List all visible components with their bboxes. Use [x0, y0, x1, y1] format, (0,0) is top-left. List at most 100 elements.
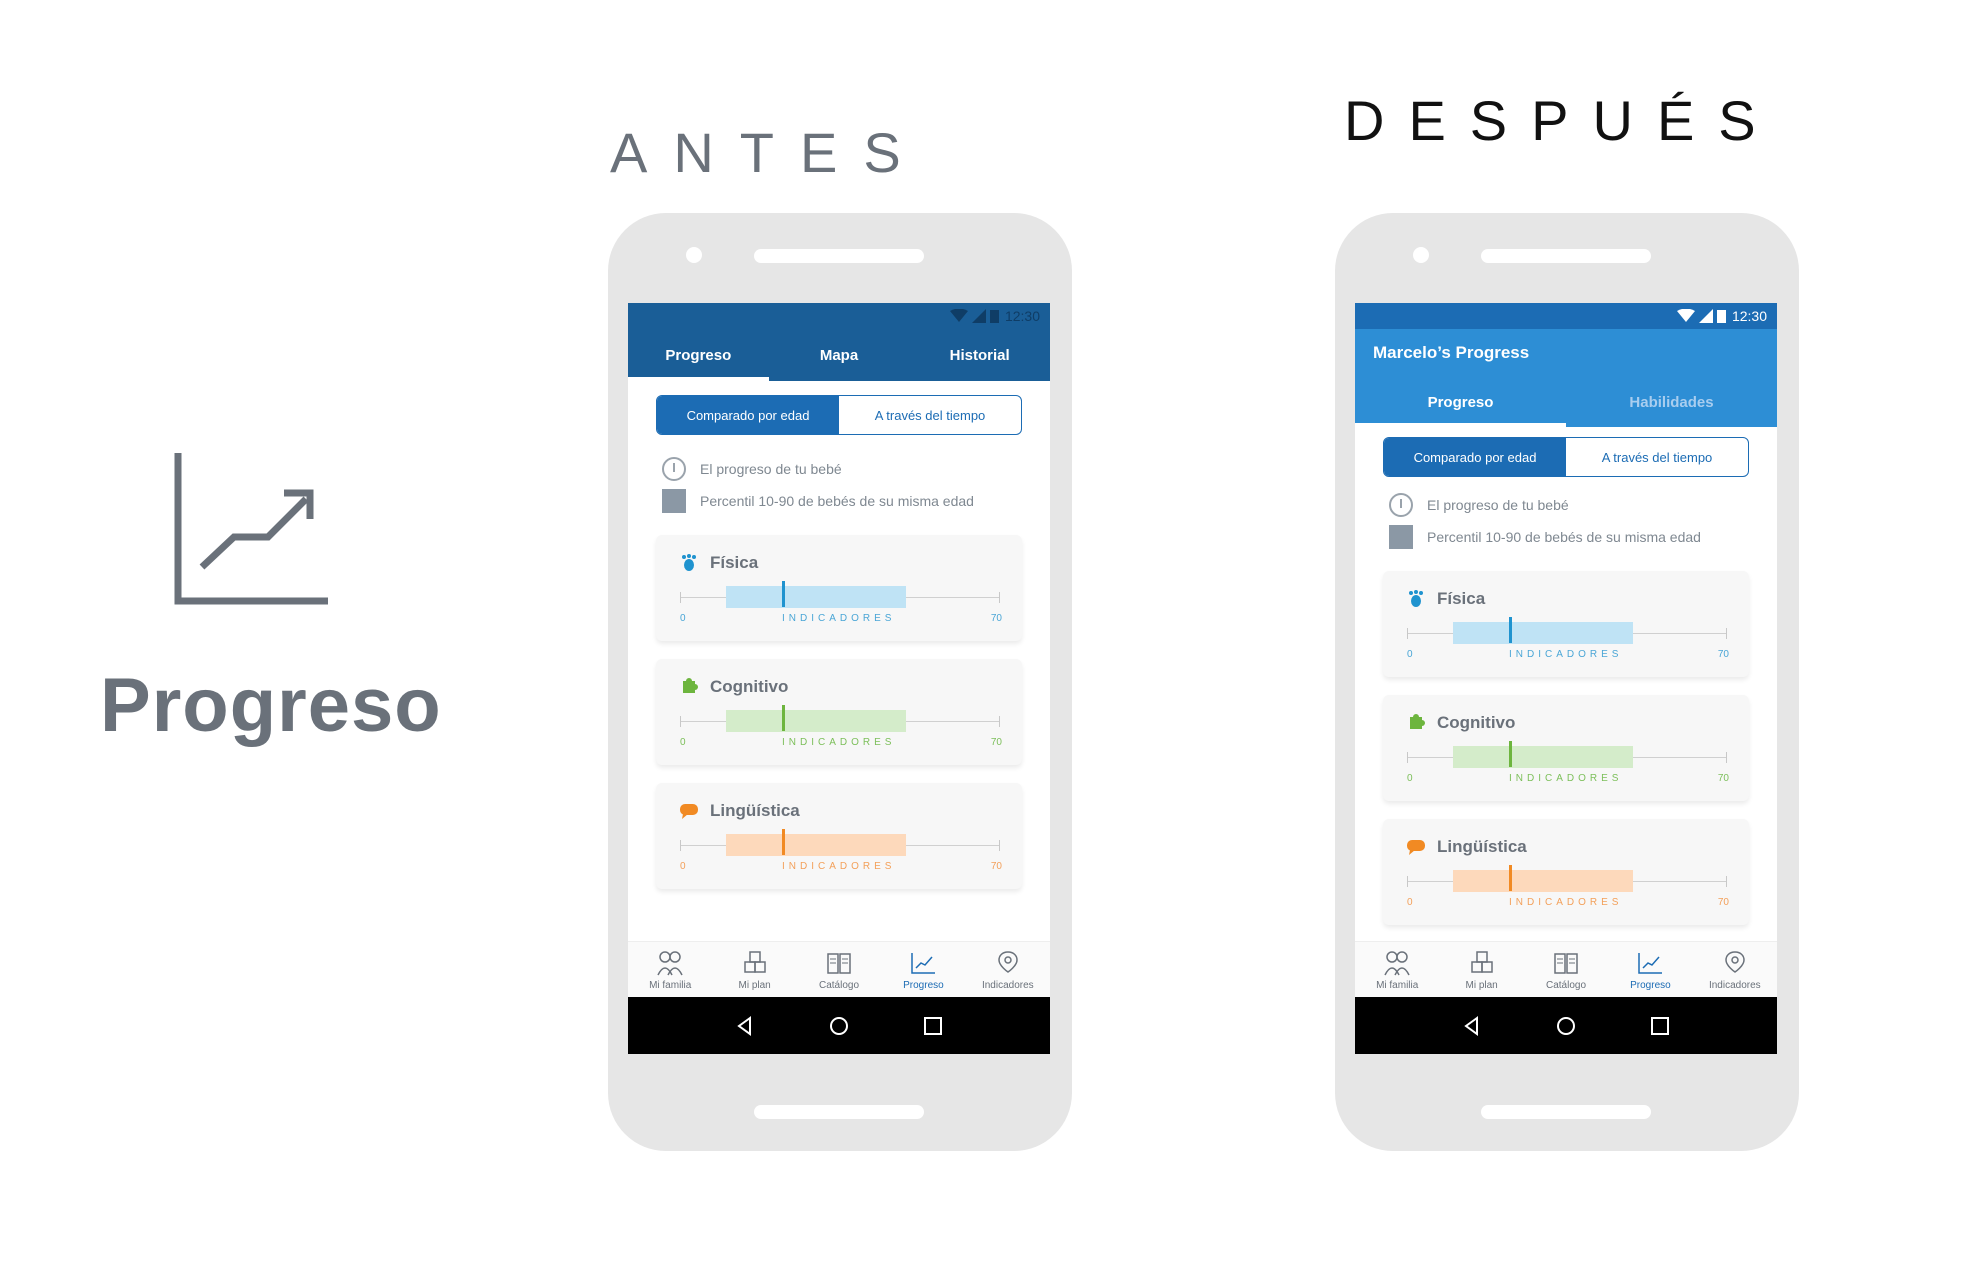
top-tabs: Progreso Habilidades: [1355, 377, 1777, 427]
nav-label: Indicadores: [981, 980, 1034, 991]
nav-label: Mi familia: [649, 980, 692, 991]
legend: El progreso de tu bebé Percentil 10-90 d…: [662, 453, 1050, 517]
heading-before: ANTES: [610, 121, 927, 184]
nav-catalogo[interactable]: Catálogo: [1524, 942, 1608, 997]
axis-label: INDICADORES: [1509, 649, 1623, 660]
tab-historial[interactable]: Historial: [909, 329, 1050, 381]
signal-icons: [1676, 309, 1726, 323]
card-title-row: Lingüística: [1407, 837, 1527, 857]
card-fisica[interactable]: Física 0 INDICADORES 70: [1383, 571, 1749, 677]
axis-min: 0: [1407, 773, 1413, 784]
tab-progreso[interactable]: Progreso: [1355, 377, 1566, 427]
axis-max: 70: [990, 861, 1002, 872]
legend-label: El progreso de tu bebé: [1427, 497, 1569, 513]
axis-label: INDICADORES: [782, 737, 896, 748]
axis-max: 70: [990, 613, 1002, 624]
percentile-swatch: [1389, 525, 1413, 549]
wifi-icon: [1676, 309, 1695, 322]
card-cognitivo[interactable]: Cognitivo 0 INDICADORES 70: [1383, 695, 1749, 801]
speaker: [754, 249, 924, 263]
nav-label: Progreso: [903, 980, 944, 991]
phone-after: 12:30 Marcelo’s Progress Progreso Habili…: [1335, 213, 1799, 1151]
nav-indicadores[interactable]: Indicadores: [1693, 942, 1777, 997]
segmented-control: Comparado por edad A través del tiempo: [656, 395, 1022, 435]
recents-icon[interactable]: [1649, 1015, 1671, 1037]
nav-indicadores[interactable]: Indicadores: [966, 942, 1050, 997]
nav-catalogo[interactable]: Catálogo: [797, 942, 881, 997]
camera: [686, 247, 702, 263]
percentile-band: [726, 710, 906, 732]
card-cognitivo[interactable]: Cognitivo 0 INDICADORES 70: [656, 659, 1022, 765]
location-pin-icon: [1725, 951, 1745, 973]
legend-label: Percentil 10-90 de bebés de su misma eda…: [1427, 529, 1701, 545]
percentile-band: [1453, 870, 1633, 892]
card-title: Lingüística: [1437, 837, 1527, 856]
card-title: Cognitivo: [1437, 713, 1516, 732]
page-title: Progreso: [100, 663, 442, 748]
chart-icon: [1638, 953, 1663, 974]
status-time: 12:30: [1004, 308, 1040, 324]
nav-progreso[interactable]: Progreso: [1608, 942, 1692, 997]
chart-icon: [911, 953, 936, 974]
tab-mapa[interactable]: Mapa: [769, 329, 910, 381]
segment-over-time[interactable]: A través del tiempo: [839, 396, 1021, 434]
home-icon[interactable]: [828, 1015, 850, 1037]
legend: El progreso de tu bebé Percentil 10-90 d…: [1389, 489, 1777, 553]
screen-before: 12:30 Progreso Mapa Historial Comparado …: [628, 303, 1050, 1054]
legend-row-progress: El progreso de tu bebé: [662, 453, 1050, 485]
axis-min: 0: [680, 613, 686, 624]
axis-max: 70: [990, 737, 1002, 748]
recents-icon[interactable]: [922, 1015, 944, 1037]
nav-label: Catálogo: [819, 980, 860, 991]
percentile-band: [1453, 622, 1633, 644]
segment-by-age[interactable]: Comparado por edad: [657, 396, 839, 434]
cards-list: Física 0 INDICADORES 70 Cognitivo 0 INDI…: [656, 535, 1022, 889]
nav-label: Progreso: [1630, 980, 1671, 991]
book-icon: [827, 953, 851, 974]
card-title-row: Cognitivo: [680, 677, 788, 697]
progress-marker: [782, 581, 785, 607]
pin-icon: [662, 457, 686, 481]
status-time: 12:30: [1731, 308, 1767, 324]
legend-row-percentile: Percentil 10-90 de bebés de su misma eda…: [662, 485, 1050, 517]
home-icon[interactable]: [1555, 1015, 1577, 1037]
wifi-icon: [949, 309, 968, 322]
nav-mi-familia[interactable]: Mi familia: [628, 942, 712, 997]
location-pin-icon: [998, 951, 1018, 973]
puzzle-icon: [1410, 714, 1425, 729]
card-linguistica[interactable]: Lingüística 0 INDICADORES 70: [1383, 819, 1749, 925]
axis-max: 70: [1717, 897, 1729, 908]
nav-mi-familia[interactable]: Mi familia: [1355, 942, 1439, 997]
progress-marker: [1509, 741, 1512, 767]
tab-progreso[interactable]: Progreso: [628, 329, 769, 381]
card-title: Lingüística: [710, 801, 800, 820]
progress-marker: [1509, 617, 1512, 643]
segment-by-age[interactable]: Comparado por edad: [1384, 438, 1566, 476]
tab-habilidades[interactable]: Habilidades: [1566, 377, 1777, 427]
nav-label: Mi plan: [1465, 980, 1498, 991]
card-linguistica[interactable]: Lingüística 0 INDICADORES 70: [656, 783, 1022, 889]
home-bar: [754, 1105, 924, 1119]
axis-max: 70: [1717, 773, 1729, 784]
percentile-swatch: [662, 489, 686, 513]
back-icon[interactable]: [734, 1015, 756, 1037]
segment-over-time[interactable]: A través del tiempo: [1566, 438, 1748, 476]
book-icon: [1554, 953, 1578, 974]
segmented-control: Comparado por edad A través del tiempo: [1383, 437, 1749, 477]
nav-label: Mi familia: [1376, 980, 1419, 991]
screen-after: 12:30 Marcelo’s Progress Progreso Habili…: [1355, 303, 1777, 1054]
percentile-band: [726, 586, 906, 608]
family-icon: [1384, 951, 1410, 976]
nav-mi-plan[interactable]: Mi plan: [1439, 942, 1523, 997]
nav-mi-plan[interactable]: Mi plan: [712, 942, 796, 997]
card-fisica[interactable]: Física 0 INDICADORES 70: [656, 535, 1022, 641]
nav-progreso[interactable]: Progreso: [881, 942, 965, 997]
cell-signal-icon: [971, 309, 986, 323]
blocks-icon: [1470, 951, 1493, 973]
back-icon[interactable]: [1461, 1015, 1483, 1037]
percentile-band: [1453, 746, 1633, 768]
axis-label: INDICADORES: [782, 613, 896, 624]
footprint-icon: [1409, 590, 1423, 607]
axis-max: 70: [1717, 649, 1729, 660]
battery-icon: [1716, 310, 1726, 323]
